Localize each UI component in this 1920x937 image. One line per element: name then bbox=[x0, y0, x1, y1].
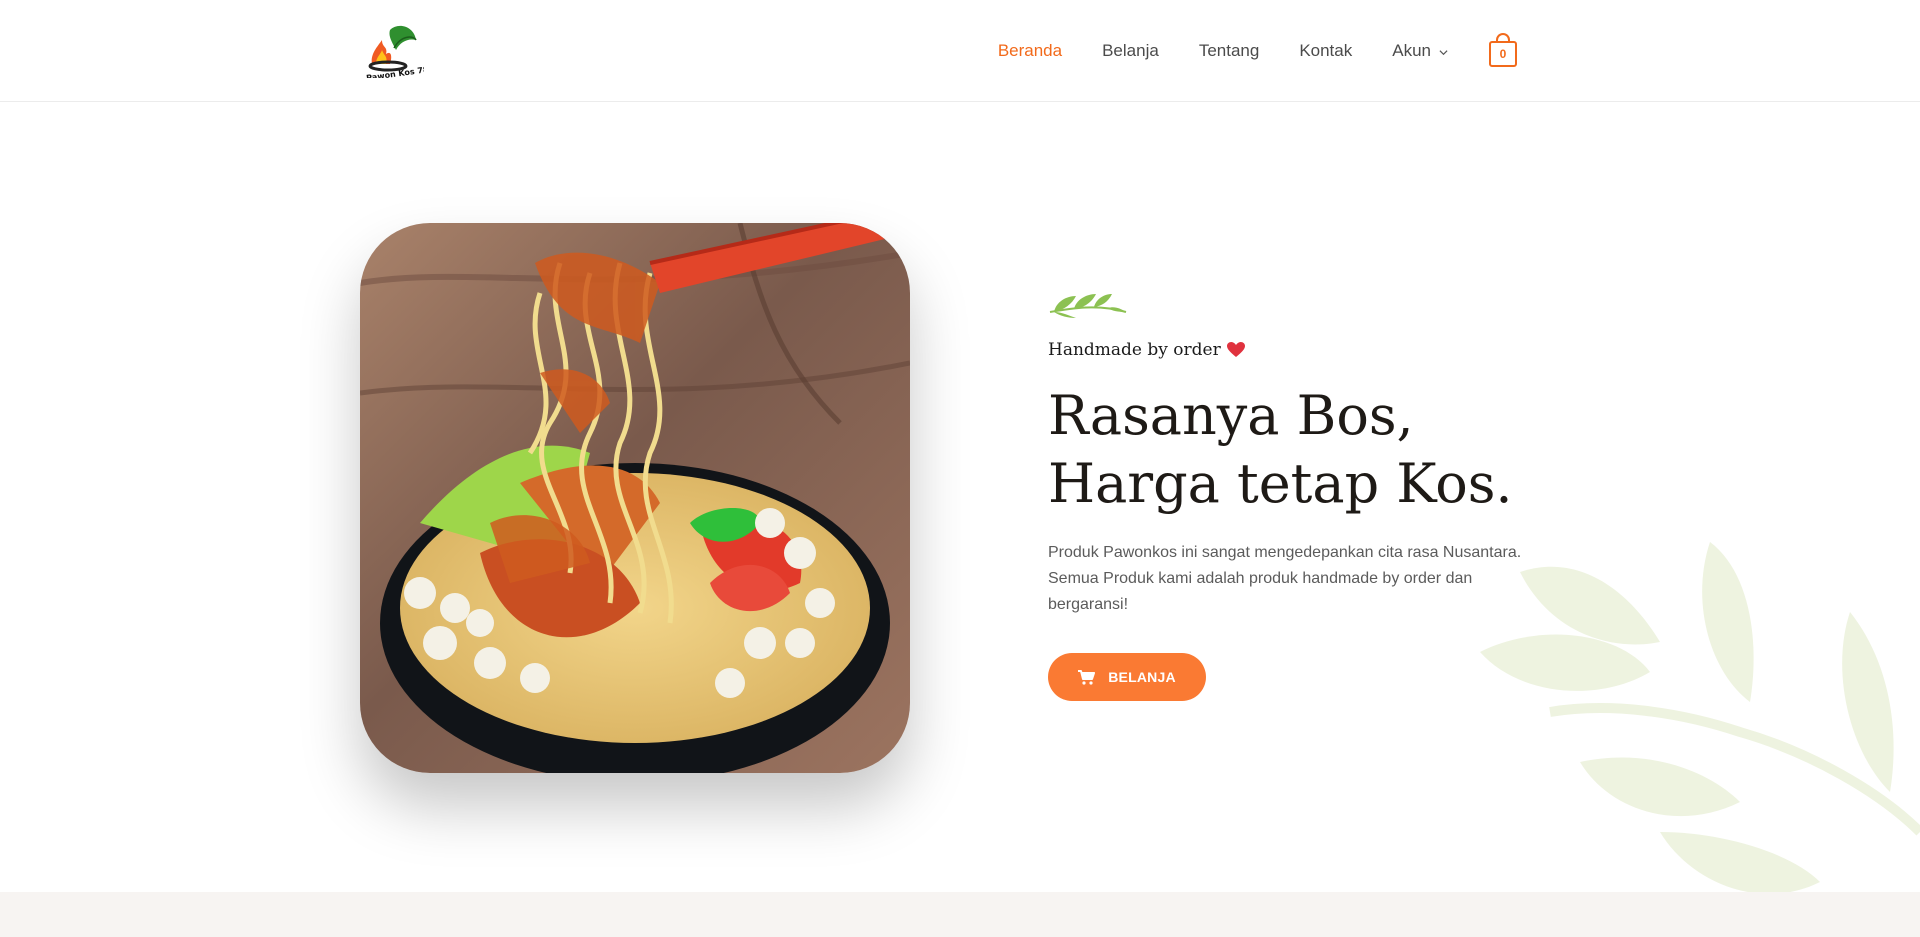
hero-section: Handmade by order Rasanya Bos, Harga tet… bbox=[0, 102, 1920, 892]
sprig-icon bbox=[1049, 294, 1127, 318]
nav-label: Tentang bbox=[1198, 41, 1260, 60]
cart-count: 0 bbox=[1489, 41, 1517, 67]
nav-label: Akun bbox=[1392, 41, 1431, 60]
nav-kontak[interactable]: Kontak bbox=[1299, 41, 1352, 61]
next-section-band bbox=[0, 892, 1920, 937]
svg-text:Pawon Kos 787: Pawon Kos 787 bbox=[366, 64, 424, 78]
shop-button[interactable]: BELANJA bbox=[1048, 653, 1206, 701]
cart-icon bbox=[1078, 669, 1096, 685]
noodle-bowl-image bbox=[360, 223, 910, 773]
nav-label: Kontak bbox=[1299, 41, 1353, 60]
shop-button-label: BELANJA bbox=[1108, 669, 1176, 685]
chevron-down-icon bbox=[1439, 50, 1448, 56]
hero-image bbox=[360, 223, 910, 773]
nav-label: Belanja bbox=[1102, 41, 1159, 60]
eyebrow-text: Handmade by order bbox=[1048, 340, 1221, 360]
nav-tentang[interactable]: Tentang bbox=[1199, 41, 1260, 61]
hero-title-line2: Harga tetap Kos. bbox=[1048, 452, 1513, 515]
hero-title-line1: Rasanya Bos, bbox=[1048, 384, 1414, 447]
nav-akun[interactable]: Akun bbox=[1392, 41, 1448, 61]
hero-description: Produk Pawonkos ini sangat mengedepankan… bbox=[1048, 544, 1522, 613]
nav-belanja[interactable]: Belanja bbox=[1102, 41, 1159, 61]
nav-label: Beranda bbox=[997, 41, 1063, 60]
heart-icon bbox=[1226, 342, 1245, 357]
hero-title: Rasanya Bos, Harga tetap Kos. bbox=[1048, 382, 1568, 518]
hero-content: Handmade by order Rasanya Bos, Harga tet… bbox=[1048, 282, 1568, 701]
hero-eyebrow: Handmade by order bbox=[1048, 340, 1568, 360]
main-nav: Beranda Belanja Tentang Kontak Akun 0 bbox=[958, 0, 1518, 102]
site-logo[interactable]: Pawon Kos 787 bbox=[362, 24, 435, 83]
nav-beranda[interactable]: Beranda bbox=[998, 41, 1062, 61]
site-header: Pawon Kos 787 Beranda Belanja Tentang Ko… bbox=[0, 0, 1920, 102]
cart-button[interactable]: 0 bbox=[1488, 33, 1518, 69]
logo-icon: Pawon Kos 787 bbox=[366, 25, 435, 83]
